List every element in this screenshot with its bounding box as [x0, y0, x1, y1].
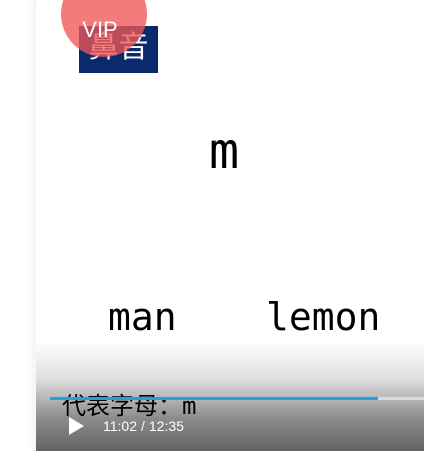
example-word-2: lemon [266, 295, 381, 339]
time-display: 11:02/12:35 [103, 417, 184, 435]
video-player[interactable]: 鼻音 m man lemon 代表字母：m 11:02/12:35 [36, 0, 424, 451]
play-icon [69, 417, 84, 435]
play-button[interactable] [64, 414, 88, 438]
current-time: 11:02 [103, 418, 137, 434]
time-separator: / [141, 418, 145, 434]
lesson-letter: m [208, 122, 240, 180]
progress-bar[interactable] [50, 397, 424, 400]
progress-fill [50, 397, 378, 400]
example-word-1: man [108, 295, 177, 339]
page: 鼻音 m man lemon 代表字母：m 11:02/12:35 VIP [0, 0, 424, 451]
vip-label: VIP [82, 17, 118, 42]
duration: 12:35 [148, 418, 184, 434]
